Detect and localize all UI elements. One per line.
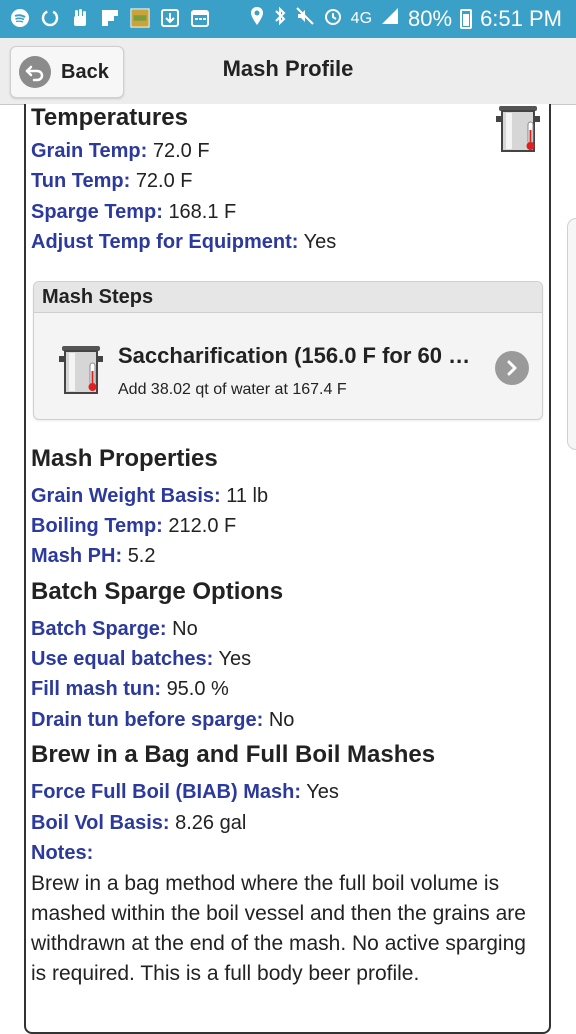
force-full-boil-value: Yes (306, 781, 339, 803)
equal-batches-value: Yes (218, 648, 252, 670)
mash-properties-heading: Mash Properties (31, 445, 218, 472)
fill-mash-tun-row: Fill mash tun: 95.0 % (31, 674, 229, 705)
mash-ph-value: 5.2 (127, 545, 156, 567)
boiling-temp-label: Boiling Temp: (31, 515, 163, 537)
drain-tun-value: No (268, 709, 295, 731)
mash-steps-heading: Mash Steps (34, 282, 542, 313)
alarm-icon (323, 6, 343, 32)
mash-step-description: Add 38.02 qt of water at 167.4 F (118, 381, 347, 398)
mash-step-item[interactable]: Saccharification (156.0 F for 60 min) Ad… (34, 313, 542, 419)
batch-sparge-value: No (172, 618, 198, 640)
force-full-boil-label: Force Full Boil (BIAB) Mash: (31, 781, 301, 803)
mash-ph-row: Mash PH: 5.2 (31, 541, 156, 572)
sparge-temp-value: 168.1 F (168, 201, 237, 223)
force-full-boil-row: Force Full Boil (BIAB) Mash: Yes (31, 777, 339, 808)
biab-heading: Brew in a Bag and Full Boil Mashes (31, 741, 436, 768)
notes-label-row: Notes: (31, 838, 93, 869)
mash-tun-thermometer-icon (494, 104, 542, 159)
batch-sparge-label: Batch Sparge: (31, 618, 167, 640)
adjust-temp-label: Adjust Temp for Equipment: (31, 231, 299, 253)
fill-mash-tun-label: Fill mash tun: (31, 678, 161, 700)
sync-icon (40, 8, 60, 28)
hand-icon (70, 8, 90, 28)
equal-batches-row: Use equal batches: Yes (31, 644, 251, 675)
tun-temp-label: Tun Temp: (31, 170, 131, 192)
signal-icon (380, 6, 400, 32)
photo-thumbnail-icon (130, 8, 150, 28)
boil-vol-basis-label: Boil Vol Basis: (31, 812, 170, 834)
adjust-temp-row: Adjust Temp for Equipment: Yes (31, 227, 336, 258)
mash-steps-panel: Mash Steps Saccharification (156.0 F for… (33, 281, 543, 420)
drain-tun-row: Drain tun before sparge: No (31, 705, 294, 736)
spotify-icon (10, 8, 30, 28)
equal-batches-label: Use equal batches: (31, 648, 214, 670)
grain-temp-value: 72.0 F (152, 140, 210, 162)
clock: 6:51 PM (480, 6, 562, 31)
batch-sparge-heading: Batch Sparge Options (31, 578, 284, 605)
tun-temp-value: 72.0 F (135, 170, 193, 192)
app-header: Back Mash Profile (0, 38, 576, 105)
network-type: 4G (350, 10, 373, 27)
calendar-icon (190, 8, 210, 28)
grain-weight-row: Grain Weight Basis: 11 lb (31, 481, 268, 512)
mute-icon (295, 6, 315, 32)
grain-weight-label: Grain Weight Basis: (31, 485, 221, 507)
adjust-temp-value: Yes (303, 231, 337, 253)
location-icon (249, 6, 265, 32)
mash-step-name: Saccharification (156.0 F for 60 min) (118, 343, 478, 368)
download-box-icon (160, 8, 180, 28)
notes-label: Notes: (31, 842, 94, 864)
drain-tun-label: Drain tun before sparge: (31, 709, 264, 731)
mash-tun-thermometer-icon (58, 344, 104, 401)
temperatures-heading: Temperatures (31, 104, 188, 131)
sparge-temp-row: Sparge Temp: 168.1 F (31, 197, 236, 228)
status-bar: 4G 80% 6:51 PM (0, 0, 576, 38)
grain-temp-row: Grain Temp: 72.0 F (31, 136, 210, 167)
bluetooth-icon (273, 6, 287, 32)
notes-text: Brew in a bag method where the full boil… (31, 872, 526, 985)
mash-ph-label: Mash PH: (31, 545, 123, 567)
grain-weight-value: 11 lb (226, 485, 269, 507)
chevron-right-icon[interactable] (495, 351, 529, 385)
batch-sparge-row: Batch Sparge: No (31, 614, 198, 645)
battery-icon (460, 9, 473, 29)
flipboard-icon (100, 8, 120, 28)
boil-vol-basis-row: Boil Vol Basis: 8.26 gal (31, 808, 246, 839)
grain-temp-label: Grain Temp: (31, 140, 148, 162)
boil-vol-basis-value: 8.26 gal (175, 812, 247, 834)
boiling-temp-row: Boiling Temp: 212.0 F (31, 511, 236, 542)
notification-icons (10, 8, 210, 28)
fill-mash-tun-value: 95.0 % (166, 678, 229, 700)
boiling-temp-value: 212.0 F (168, 515, 237, 537)
page-title: Mash Profile (222, 56, 354, 81)
battery-percent: 80% (408, 6, 453, 31)
sparge-temp-label: Sparge Temp: (31, 201, 163, 223)
system-status: 4G 80% 6:51 PM (249, 6, 562, 32)
edge-panel-handle[interactable] (567, 218, 576, 450)
tun-temp-row: Tun Temp: 72.0 F (31, 166, 193, 197)
